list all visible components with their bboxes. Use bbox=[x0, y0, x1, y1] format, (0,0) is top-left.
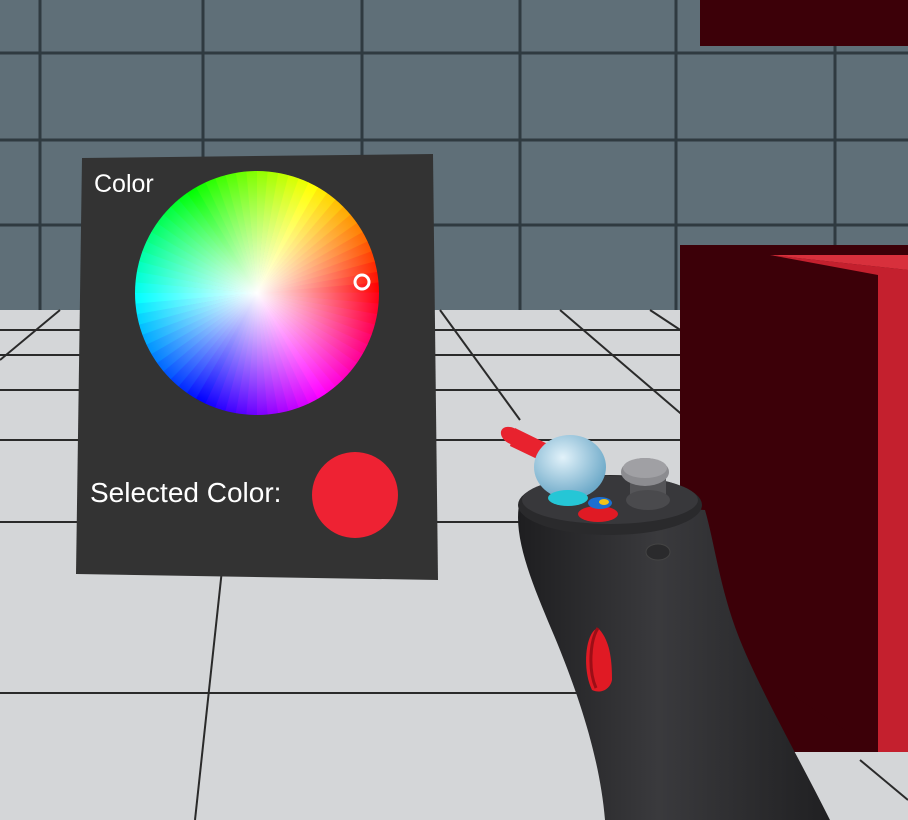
tracking-sphere bbox=[534, 435, 606, 499]
scene-canvas bbox=[0, 0, 908, 820]
selected-color-swatch bbox=[312, 452, 398, 538]
red-box-top bbox=[700, 0, 908, 46]
button-cyan[interactable] bbox=[548, 490, 588, 506]
vr-scene: Color Selected Color: bbox=[0, 0, 908, 820]
system-button[interactable] bbox=[645, 543, 671, 561]
